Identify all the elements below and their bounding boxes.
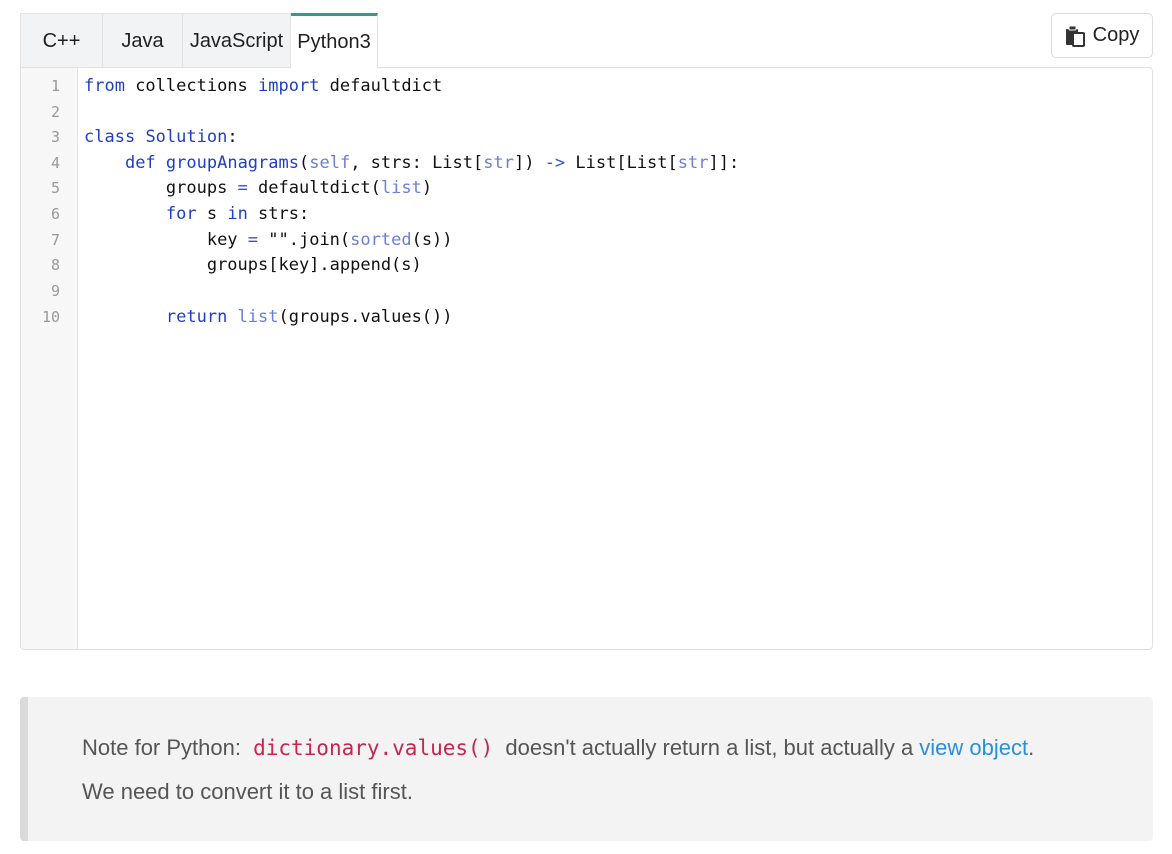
inline-code: dictionary.values() [253,736,494,760]
line-number: 5 [50,179,60,197]
tab-python3[interactable]: Python3 [291,13,378,68]
line-number: 6 [50,205,60,223]
tab-javascript[interactable]: JavaScript [183,13,291,68]
code-line: groups = defaultdict(list) [165,178,433,198]
code-editor: 1 2 3 4 5 6 7 8 9 10 from collections im… [20,67,1153,650]
code-line: for s in strs: [165,204,310,224]
code-line: class Solution: [84,127,238,147]
code-line: def groupAnagrams(self, strs: List[str])… [124,153,740,173]
note-line2: We need to convert it to a list first. [82,779,413,804]
tab-java[interactable]: Java [103,13,183,68]
code-line: groups[key].append(s) [206,255,422,275]
view-object-link[interactable]: view object [919,735,1028,760]
line-number: 7 [50,231,60,249]
line-number: 4 [50,154,60,172]
line-number: 8 [50,256,60,274]
line-number: 9 [50,282,60,300]
copy-button-label: Copy [1092,24,1140,46]
code-line: return list(groups.values()) [165,307,453,327]
line-number: 1 [50,77,60,95]
line-number: 10 [41,308,60,326]
line-number: 3 [50,128,60,146]
line-number-gutter: 1 2 3 4 5 6 7 8 9 10 [21,68,78,649]
python-note: Note for Python: dictionary.values() doe… [20,697,1153,841]
note-text: Note for Python: dictionary.values() doe… [82,726,1132,813]
code-line: key = "".join(sorted(s)) [206,230,453,250]
note-prefix: Note for Python: [82,735,248,760]
line-number: 2 [50,103,60,121]
note-middle: doesn't actually return a list, but actu… [499,735,920,760]
language-tabs: C++ Java JavaScript Python3 [20,13,378,68]
code-line: from collections import defaultdict [84,76,443,96]
note-suffix: . [1028,735,1035,760]
copy-icon [1065,25,1085,47]
copy-button[interactable]: Copy [1051,13,1153,58]
tab-cpp[interactable]: C++ [20,13,103,68]
